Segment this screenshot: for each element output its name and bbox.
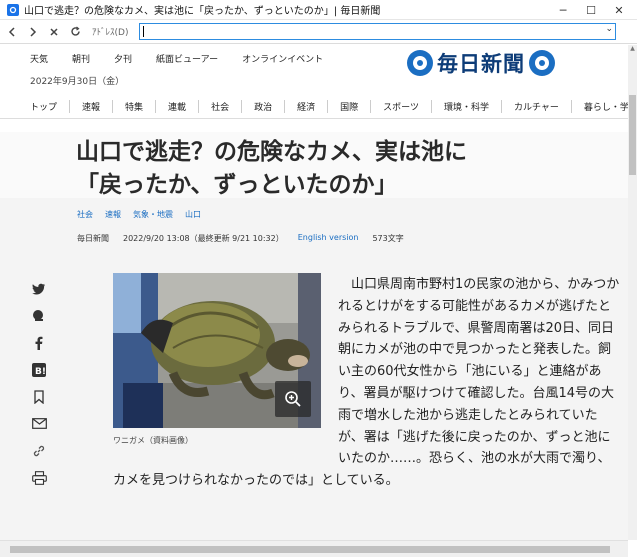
reload-icon[interactable] [66,22,84,42]
mail-icon[interactable] [29,410,49,437]
category-features[interactable]: 特集 [112,100,155,113]
top-link-events[interactable]: オンラインイベント [242,52,323,65]
category-politics[interactable]: 政治 [241,100,284,113]
article-tags: 社会 速報 気象・地震 山口 [77,209,213,220]
char-count: 573文字 [372,234,404,243]
vertical-scrollbar[interactable]: ▲ [628,45,637,540]
forward-arrow-icon[interactable] [24,22,42,42]
link-icon[interactable] [29,437,49,464]
chevron-down-icon[interactable]: ⌄ [605,24,613,34]
address-label: ｱﾄﾞﾚｽ(D) [92,28,129,38]
current-date: 2022年9月30日（金） [30,77,125,87]
top-link-evening[interactable]: 夕刊 [114,52,132,65]
site-logo[interactable]: 毎日新聞 [407,48,555,78]
share-bar: B! [29,275,49,491]
headline-section: 山口で逃走？の危険なカメ、実は池に 「戻ったか、ずっといたのか」 [0,132,628,198]
back-arrow-icon[interactable] [3,22,21,42]
top-link-morning[interactable]: 朝刊 [72,52,90,65]
top-link-weather[interactable]: 天気 [30,52,48,65]
address-input[interactable]: ⌄ [139,23,616,40]
category-nav: トップ 速報 特集 連載 社会 政治 経済 国際 スポーツ 環境・科学 カルチャ… [0,95,628,119]
bookmark-icon[interactable] [29,383,49,410]
horizontal-scrollbar[interactable] [0,540,628,557]
article-body: 山口県周南市野村1の民家の池から、かみつかれるとけがをする可能性があるカメが逃げ… [113,274,623,492]
tag-breaking[interactable]: 速報 [105,209,121,220]
web-page: 天気 朝刊 夕刊 紙面ビューアー オンラインイベント 2022年9月30日（金）… [0,45,628,540]
category-breaking[interactable]: 速報 [69,100,112,113]
hatena-icon[interactable] [29,302,49,329]
category-science[interactable]: 環境・科学 [430,100,501,113]
minimize-button[interactable]: ─ [549,0,577,20]
horizontal-scroll-thumb[interactable] [10,546,610,553]
article-meta: 毎日新聞 2022/9/20 13:08（最終更新 9/21 10:32） En… [77,233,418,244]
twitter-icon[interactable] [29,275,49,302]
category-international[interactable]: 国際 [327,100,370,113]
category-sports[interactable]: スポーツ [370,100,431,113]
top-links: 天気 朝刊 夕刊 紙面ビューアー オンラインイベント [30,52,347,65]
tag-society[interactable]: 社会 [77,209,93,220]
window-titlebar: 山口で逃走？の危険なカメ、実は池に「戻ったか、ずっといたのか」| 毎日新聞 ─ … [0,0,637,20]
bookmark-b-icon[interactable]: B! [29,356,49,383]
stop-icon[interactable] [45,22,63,42]
svg-text:B!: B! [35,367,46,377]
text-caret [143,26,144,37]
maximize-button[interactable]: ☐ [577,0,605,20]
category-society[interactable]: 社会 [198,100,241,113]
category-culture[interactable]: カルチャー [500,100,571,113]
article-source: 毎日新聞 [77,234,109,243]
facebook-icon[interactable] [29,329,49,356]
tag-yamaguchi[interactable]: 山口 [185,209,201,220]
category-top[interactable]: トップ [0,100,69,113]
photo-spacer [113,274,338,449]
english-version-link[interactable]: English version [298,233,359,244]
category-series[interactable]: 連載 [155,100,198,113]
headline-line-1: 山口で逃走？の危険なカメ、実は池に [76,139,467,165]
scroll-up-icon[interactable]: ▲ [628,45,637,54]
article-published: 2022/9/20 13:08（最終更新 9/21 10:32） [123,234,284,243]
logo-mark-icon [407,50,433,76]
browser-toolbar: ｱﾄﾞﾚｽ(D) ⌄ [0,20,637,44]
browser-app-icon [7,3,19,16]
article-headline: 山口で逃走？の危険なカメ、実は池に 「戻ったか、ずっといたのか」 [76,136,467,202]
close-button[interactable]: ✕ [605,0,633,20]
logo-text: 毎日新聞 [437,51,525,76]
tag-weather[interactable]: 気象・地震 [133,209,173,220]
window-title: 山口で逃走？の危険なカメ、実は池に「戻ったか、ずっといたのか」| 毎日新聞 [24,6,381,17]
top-link-viewer[interactable]: 紙面ビューアー [156,52,218,65]
print-icon[interactable] [29,464,49,491]
category-life[interactable]: 暮らし・学 [570,100,628,113]
category-economy[interactable]: 経済 [284,100,327,113]
scroll-thumb[interactable] [629,95,636,175]
logo-mark-icon [529,50,555,76]
